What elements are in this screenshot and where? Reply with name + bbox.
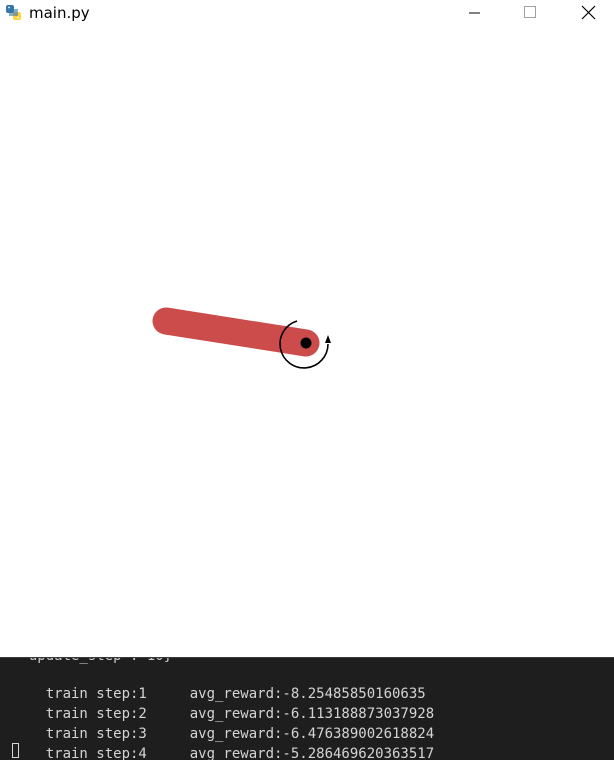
avg-reward-value: avg_reward:-5.286469620363517: [189, 746, 435, 760]
console-line: train step:4 avg_reward:-5.28646962036351…: [12, 724, 434, 760]
train-step-label: train step:4: [45, 746, 147, 760]
maximize-button[interactable]: [507, 0, 553, 26]
torque-arrowhead-icon: [325, 335, 331, 343]
python-icon: [5, 4, 22, 21]
title-bar[interactable]: main.py: [0, 0, 614, 26]
terminal-cursor[interactable]: [12, 743, 19, 758]
minimize-icon: [469, 12, 480, 14]
close-button[interactable]: [564, 0, 610, 26]
render-canvas: [0, 26, 614, 657]
close-icon: [581, 5, 596, 20]
pendulum-rod: [152, 307, 320, 357]
pivot-point: [300, 337, 312, 349]
maximize-icon: [524, 6, 536, 18]
terminal-output[interactable]: update_step : 10} train step:1avg_reward…: [0, 657, 614, 760]
window-title: main.py: [29, 4, 90, 22]
minimize-button[interactable]: [452, 0, 498, 26]
game-window: main.py: [0, 0, 614, 657]
